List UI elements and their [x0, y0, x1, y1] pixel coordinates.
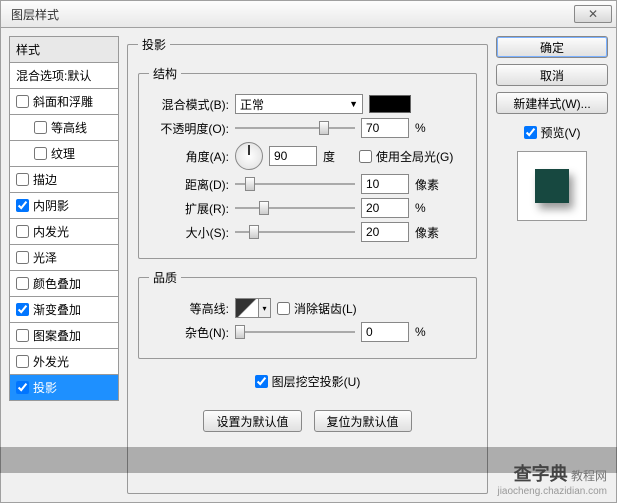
blend-mode-label: 混合模式(B):: [149, 96, 229, 113]
antialias-checkbox[interactable]: 消除锯齿(L): [277, 300, 357, 317]
distance-label: 距离(D):: [149, 176, 229, 193]
sidebar-item-checkbox[interactable]: [16, 355, 29, 368]
quality-group: 品质 等高线: ▾ 消除锯齿(L) 杂色(N): %: [138, 269, 477, 359]
quality-legend: 品质: [149, 269, 181, 286]
sidebar-item[interactable]: 颜色叠加: [9, 271, 119, 297]
sidebar-item-label: 外发光: [33, 353, 69, 370]
sidebar-item-checkbox[interactable]: [16, 173, 29, 186]
reset-default-button[interactable]: 复位为默认值: [314, 410, 412, 432]
noise-label: 杂色(N):: [149, 324, 229, 341]
set-default-button[interactable]: 设置为默认值: [203, 410, 301, 432]
size-slider[interactable]: [235, 224, 355, 240]
sidebar-header: 样式: [9, 36, 119, 63]
sidebar-item[interactable]: 光泽: [9, 245, 119, 271]
structure-group: 结构 混合模式(B): 正常 ▼ 不透明度(O): % 角度(A): 度: [138, 65, 477, 259]
sidebar-item-label: 投影: [33, 379, 57, 396]
sidebar-item-checkbox[interactable]: [16, 381, 29, 394]
cancel-button[interactable]: 取消: [496, 64, 608, 86]
sidebar-item[interactable]: 等高线: [9, 115, 119, 141]
chevron-down-icon: ▼: [349, 99, 358, 109]
preview-checkbox[interactable]: 预览(V): [496, 124, 608, 141]
spread-input[interactable]: [361, 198, 409, 218]
sidebar-item-label: 内阴影: [33, 197, 69, 214]
sidebar-item-label: 图案叠加: [33, 327, 81, 344]
sidebar-item-label: 渐变叠加: [33, 301, 81, 318]
shadow-color-swatch[interactable]: [369, 95, 411, 113]
contour-dropdown[interactable]: ▾: [259, 298, 271, 318]
main-panel: 投影 结构 混合模式(B): 正常 ▼ 不透明度(O): % 角度(A):: [127, 36, 488, 494]
ok-button[interactable]: 确定: [496, 36, 608, 58]
sidebar-item-checkbox[interactable]: [16, 329, 29, 342]
sidebar-item-checkbox[interactable]: [34, 147, 47, 160]
sidebar-item-label: 描边: [33, 171, 57, 188]
spread-slider[interactable]: [235, 200, 355, 216]
contour-picker[interactable]: [235, 298, 259, 318]
contour-label: 等高线:: [149, 300, 229, 317]
spread-label: 扩展(R):: [149, 200, 229, 217]
main-legend: 投影: [138, 36, 170, 53]
opacity-slider[interactable]: [235, 120, 355, 136]
sidebar-item-label: 内发光: [33, 223, 69, 240]
sidebar-item-checkbox[interactable]: [16, 251, 29, 264]
size-label: 大小(S):: [149, 224, 229, 241]
sidebar-item[interactable]: 描边: [9, 167, 119, 193]
global-light-checkbox[interactable]: 使用全局光(G): [359, 148, 453, 165]
new-style-button[interactable]: 新建样式(W)...: [496, 92, 608, 114]
titlebar: 图层样式 ✕: [0, 0, 617, 28]
structure-legend: 结构: [149, 65, 181, 82]
sidebar-item-label: 光泽: [33, 249, 57, 266]
sidebar-item-label: 颜色叠加: [33, 275, 81, 292]
preview-box: [517, 151, 587, 221]
sidebar: 样式 混合选项:默认 斜面和浮雕等高线纹理描边内阴影内发光光泽颜色叠加渐变叠加图…: [9, 36, 119, 494]
window-title: 图层样式: [11, 6, 574, 23]
close-icon: ✕: [588, 7, 598, 21]
sidebar-item-label: 等高线: [51, 119, 87, 136]
watermark: 查字典 教程网 jiaocheng.chazidian.com: [497, 460, 607, 497]
sidebar-item-checkbox[interactable]: [34, 121, 47, 134]
angle-dial[interactable]: [235, 142, 263, 170]
blend-mode-dropdown[interactable]: 正常 ▼: [235, 94, 363, 114]
sidebar-item[interactable]: 外发光: [9, 349, 119, 375]
close-button[interactable]: ✕: [574, 5, 612, 23]
sidebar-item-checkbox[interactable]: [16, 199, 29, 212]
opacity-input[interactable]: [361, 118, 409, 138]
right-column: 确定 取消 新建样式(W)... 预览(V): [496, 36, 608, 494]
sidebar-item-checkbox[interactable]: [16, 95, 29, 108]
opacity-label: 不透明度(O):: [149, 120, 229, 137]
preview-swatch: [535, 169, 569, 203]
sidebar-item[interactable]: 斜面和浮雕: [9, 89, 119, 115]
sidebar-item-checkbox[interactable]: [16, 277, 29, 290]
sidebar-blend-default[interactable]: 混合选项:默认: [9, 63, 119, 89]
sidebar-item[interactable]: 内发光: [9, 219, 119, 245]
sidebar-item[interactable]: 内阴影: [9, 193, 119, 219]
sidebar-item[interactable]: 投影: [9, 375, 119, 401]
knockout-checkbox[interactable]: 图层挖空投影(U): [255, 373, 361, 390]
content: 样式 混合选项:默认 斜面和浮雕等高线纹理描边内阴影内发光光泽颜色叠加渐变叠加图…: [0, 28, 617, 503]
distance-input[interactable]: [361, 174, 409, 194]
distance-slider[interactable]: [235, 176, 355, 192]
noise-slider[interactable]: [235, 324, 355, 340]
sidebar-item-checkbox[interactable]: [16, 303, 29, 316]
sidebar-item[interactable]: 纹理: [9, 141, 119, 167]
noise-input[interactable]: [361, 322, 409, 342]
sidebar-item-label: 纹理: [51, 145, 75, 162]
size-input[interactable]: [361, 222, 409, 242]
sidebar-item[interactable]: 渐变叠加: [9, 297, 119, 323]
angle-input[interactable]: [269, 146, 317, 166]
sidebar-item-label: 斜面和浮雕: [33, 93, 93, 110]
angle-label: 角度(A):: [149, 148, 229, 165]
sidebar-item[interactable]: 图案叠加: [9, 323, 119, 349]
sidebar-item-checkbox[interactable]: [16, 225, 29, 238]
